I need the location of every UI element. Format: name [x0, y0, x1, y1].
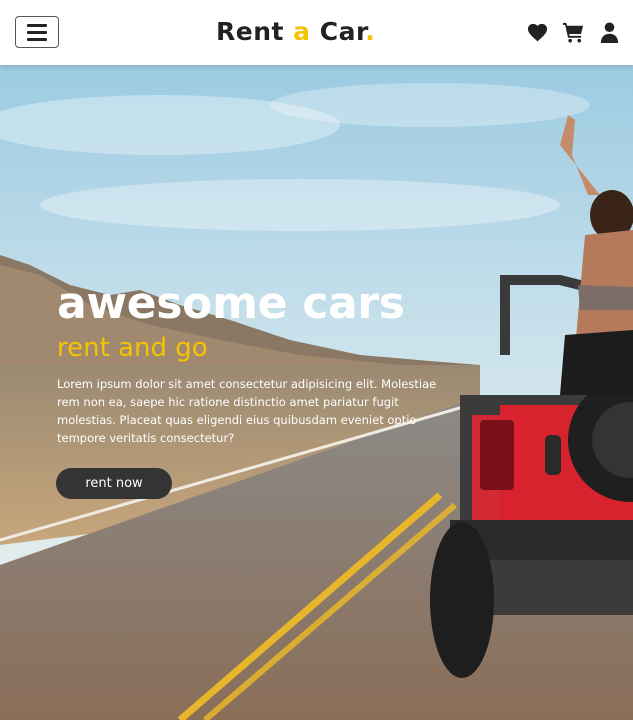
rent-now-button[interactable]: rent now — [56, 468, 172, 499]
brand-logo[interactable]: Rent a Car. — [216, 17, 375, 46]
menu-toggle-button[interactable] — [15, 16, 59, 48]
navbar: Rent a Car. — [0, 0, 633, 65]
hero-subtitle: rent and go — [57, 333, 208, 364]
brand-text-dot: . — [365, 17, 376, 46]
heart-icon[interactable] — [526, 21, 549, 44]
hero-content: awesome cars rent and go Lorem ipsum dol… — [57, 278, 457, 458]
cart-icon[interactable] — [562, 21, 585, 44]
brand-text-post: Car — [310, 17, 366, 46]
brand-text-accent: a — [293, 17, 311, 46]
menu-icon-bar — [27, 37, 47, 41]
nav-icons — [526, 21, 621, 44]
hero-section: awesome cars rent and go Lorem ipsum dol… — [0, 65, 633, 720]
brand-text-pre: Rent — [216, 17, 294, 46]
hero-description: Lorem ipsum dolor sit amet consectetur a… — [57, 376, 437, 445]
hero-title: awesome cars — [57, 278, 405, 329]
menu-icon-bar — [27, 23, 47, 27]
user-icon[interactable] — [598, 21, 621, 44]
menu-icon-bar — [27, 30, 47, 34]
